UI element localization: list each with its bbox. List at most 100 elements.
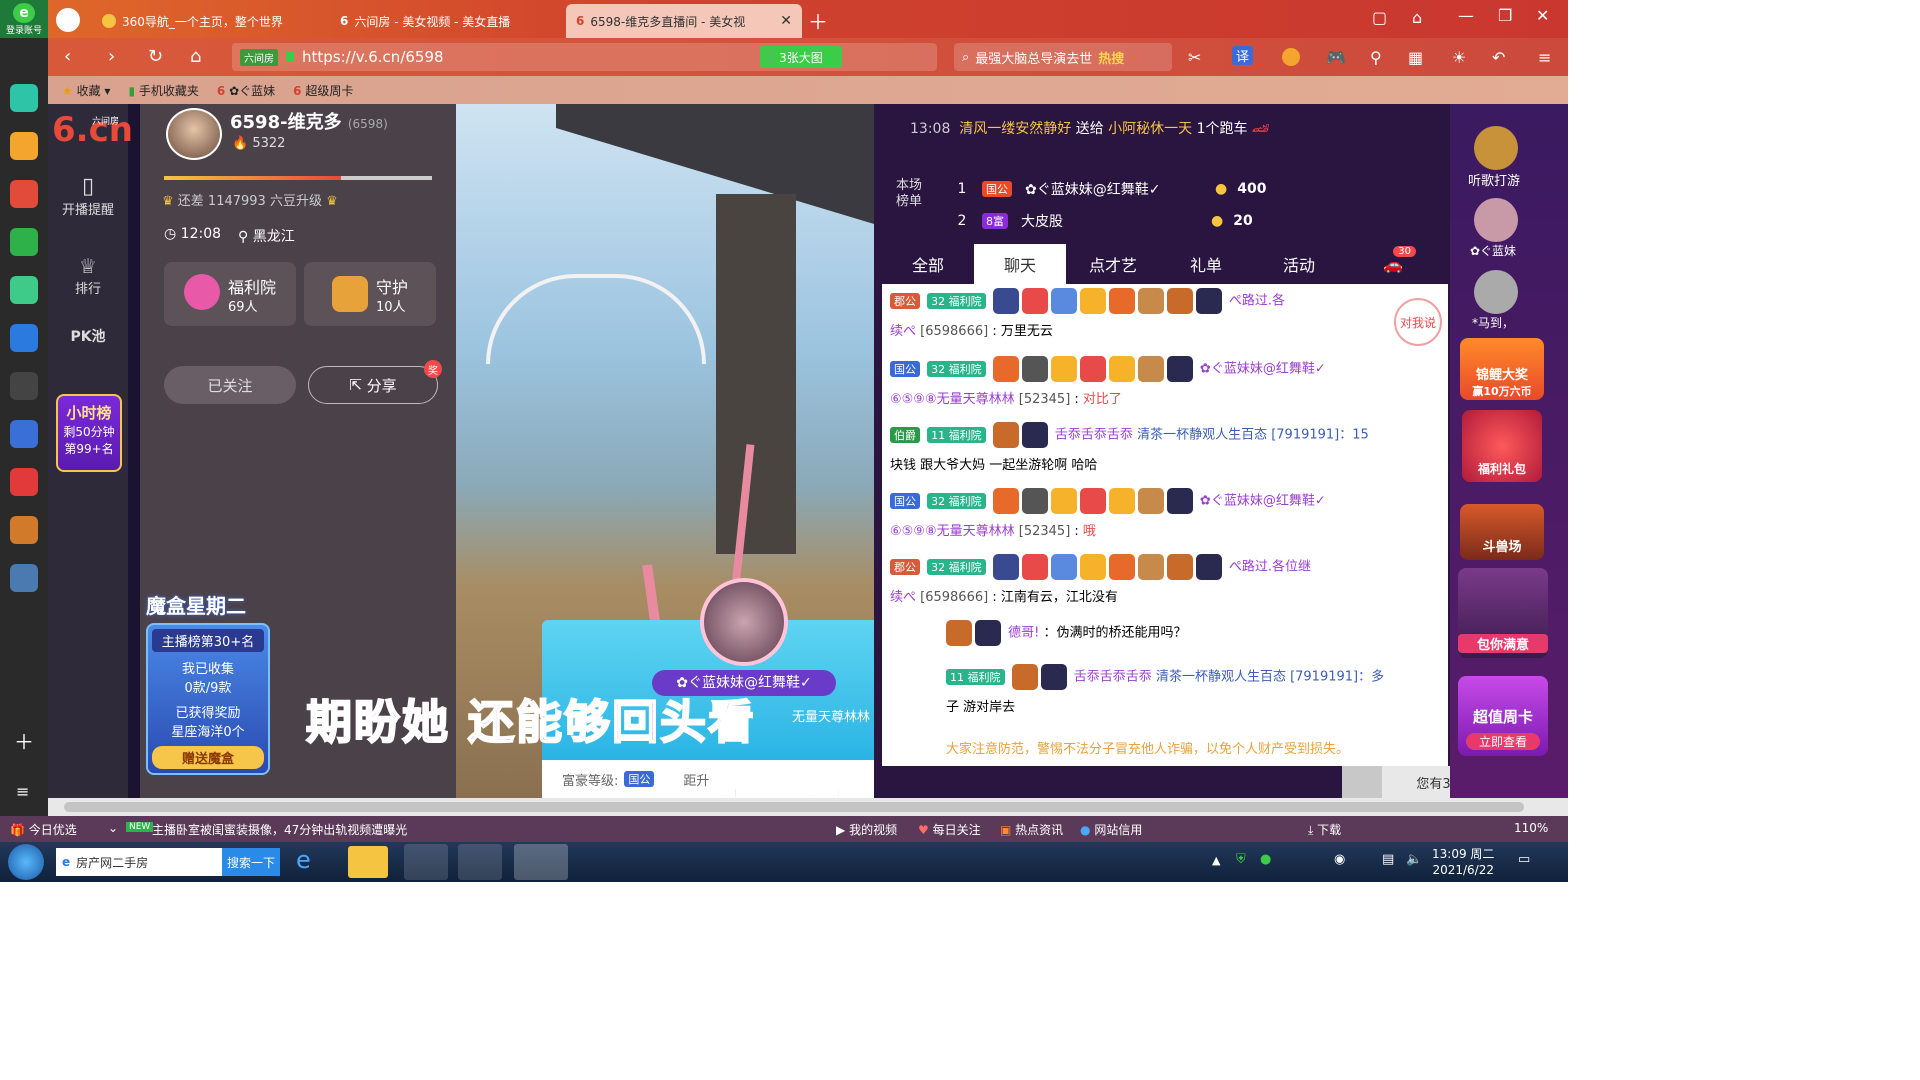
- bookmark-weekcard[interactable]: 6 超级周卡: [293, 82, 353, 99]
- anchor-avatar[interactable]: [166, 108, 222, 160]
- gamepad-icon[interactable]: 🎮: [1326, 48, 1346, 67]
- city-icon[interactable]: [10, 564, 38, 592]
- horizontal-scrollbar[interactable]: [48, 798, 1568, 816]
- arena-card[interactable]: 斗兽场: [1460, 504, 1544, 560]
- rank-row-2[interactable]: 2 8富 大皮股 ● 20: [952, 208, 1332, 234]
- app-icon-1[interactable]: [10, 84, 38, 112]
- word-icon[interactable]: [10, 420, 38, 448]
- news-icon[interactable]: [10, 372, 38, 400]
- maximize-icon[interactable]: ❐: [1498, 6, 1512, 25]
- shirt-icon[interactable]: ⌂: [1412, 8, 1422, 27]
- super-week-card[interactable]: 超值周卡 立即查看: [1458, 676, 1548, 756]
- status-site-credit[interactable]: ● 网站信用: [1080, 821, 1142, 838]
- coin-icon[interactable]: [1282, 48, 1300, 66]
- tray-qq-icon[interactable]: ◉: [1334, 852, 1345, 867]
- tray-network-icon[interactable]: ▤: [1382, 852, 1394, 867]
- start-button[interactable]: [8, 844, 44, 880]
- tab-car[interactable]: 🚗 30: [1346, 244, 1440, 284]
- tab-6598-room[interactable]: 6 6598-维克多直播间 - 美女视 ✕: [566, 4, 802, 38]
- tab-gift-list[interactable]: 礼单: [1160, 244, 1252, 284]
- bookmark-mobile[interactable]: ▮ 手机收藏夹: [128, 82, 198, 99]
- chat-message[interactable]: 郡公 32 福利院 ぺ路过.各 续ぺ [6598666] : 万里无云: [890, 288, 1446, 339]
- welfare-card[interactable]: 福利院 69人: [164, 262, 296, 326]
- list-icon[interactable]: ≡: [16, 782, 29, 801]
- user-avatar-icon[interactable]: [1474, 198, 1518, 242]
- chat-message[interactable]: 11 福利院 舌忝舌忝舌忝 清茶一杯静观人生百态 [7919191]：多 子 游…: [946, 664, 1446, 715]
- mail-icon[interactable]: [10, 228, 38, 256]
- news-ticker[interactable]: 主播卧室被闺蜜装摄像，47分钟出轨视频遭曝光: [152, 821, 407, 838]
- star-app-icon[interactable]: [10, 132, 38, 160]
- chat-username[interactable]: ぺ路过.各: [1229, 294, 1285, 309]
- search-box[interactable]: ⌕ 最强大脑总导演去世 热搜: [954, 43, 1172, 71]
- 360-browser-taskbar-icon[interactable]: [458, 844, 502, 880]
- taskbar-clock[interactable]: 13:09 周二 2021/6/22: [1432, 846, 1494, 878]
- folder-icon[interactable]: [348, 846, 388, 878]
- tray-volume-icon[interactable]: 🔈: [1406, 852, 1422, 867]
- k-app-icon[interactable]: [404, 844, 448, 880]
- status-hot-news[interactable]: ▣ 热点资讯: [1000, 821, 1063, 838]
- add-icon[interactable]: ＋: [14, 726, 34, 755]
- magic-send-button[interactable]: 赠送魔盒: [152, 746, 264, 769]
- chat-message[interactable]: 伯爵 11 福利院 舌忝舌忝舌忝 清茶一杯静观人生百态 [7919191]：15…: [890, 422, 1446, 473]
- today-picks[interactable]: 🎁 今日优选: [10, 821, 77, 838]
- koi-prize-card[interactable]: 锦鲤大奖 赢10万六币: [1460, 338, 1544, 400]
- nav-live-reminder[interactable]: ▯ 开播提醒: [48, 174, 128, 218]
- tab-360nav[interactable]: 360导航_一个主页，整个世界: [92, 4, 324, 38]
- share-button[interactable]: ⇱ 分享: [308, 366, 438, 404]
- minimize-icon[interactable]: —: [1458, 6, 1474, 25]
- grid-icon[interactable]: ▦: [1408, 48, 1423, 67]
- rank-row-1[interactable]: 1 国公 ✿ぐ蓝妹妹@红舞鞋✓ ● 400: [952, 176, 1332, 202]
- chat-username[interactable]: ぺ路过.各位继: [1229, 560, 1311, 575]
- new-tab-icon[interactable]: ＋: [808, 6, 828, 35]
- tab-count-icon[interactable]: ▢: [1372, 8, 1387, 27]
- chat-username[interactable]: ✿ぐ蓝妹妹@红舞鞋✓: [1200, 362, 1326, 377]
- chat-message[interactable]: 德哥! ：伪满时的桥还能用吗？: [946, 620, 1446, 646]
- nav-rank[interactable]: ♕ 排行: [48, 254, 128, 297]
- tab-all[interactable]: 全部: [882, 244, 974, 284]
- forward-icon[interactable]: ›: [108, 46, 115, 67]
- chat-user2[interactable]: 续ぺ: [890, 324, 916, 339]
- scrollbar-thumb[interactable]: [64, 802, 1524, 812]
- weibo-icon[interactable]: [10, 180, 38, 208]
- bookmark-favorites[interactable]: ★ 收藏 ▾: [62, 82, 110, 99]
- chat-message[interactable]: 郡公 32 福利院 ぺ路过.各位继 续ぺ [6598666] : 江南有云，江北…: [890, 554, 1446, 605]
- followed-button[interactable]: 已关注: [164, 366, 296, 404]
- week-card-button[interactable]: 立即查看: [1466, 733, 1540, 750]
- status-my-video[interactable]: ▶ 我的视频: [836, 821, 897, 838]
- talk-to-me-button[interactable]: 对我说: [1394, 298, 1442, 346]
- close-window-icon[interactable]: ✕: [1536, 6, 1549, 25]
- zoom-level[interactable]: 110%: [1514, 821, 1548, 835]
- chat-user2[interactable]: 续ぺ: [890, 590, 916, 605]
- status-download[interactable]: ⤓ 下载: [1308, 821, 1341, 838]
- game-avatar-icon[interactable]: [1474, 126, 1518, 170]
- chevron-down-icon[interactable]: ⌄: [108, 821, 118, 835]
- chat-user2[interactable]: ⑥⑤⑨⑧无量天尊林林: [890, 524, 1015, 539]
- magnifier-icon[interactable]: ⚲: [1370, 48, 1382, 67]
- popup-avatar[interactable]: [700, 578, 788, 666]
- taskbar-search[interactable]: e 房产网二手房: [56, 848, 222, 876]
- tray-360-icon[interactable]: ●: [1260, 852, 1271, 867]
- big-image-button[interactable]: 3张大图: [760, 46, 842, 68]
- tab-6cn[interactable]: 6 六间房 - 美女视频 - 美女直播: [330, 4, 562, 38]
- cloud-icon[interactable]: [10, 276, 38, 304]
- user-avatar-icon[interactable]: [1474, 270, 1518, 314]
- nav-pk[interactable]: PK池: [48, 326, 128, 346]
- close-tab-icon[interactable]: ✕: [780, 13, 792, 29]
- chat-username[interactable]: ✿ぐ蓝妹妹@红舞鞋✓: [1200, 494, 1326, 509]
- p-app-icon[interactable]: [10, 324, 38, 352]
- back-icon[interactable]: ‹: [64, 46, 71, 67]
- game-icon[interactable]: [10, 516, 38, 544]
- tab-activity[interactable]: 活动: [1252, 244, 1346, 284]
- tray-up-icon[interactable]: ▲: [1212, 854, 1220, 867]
- taskbar-search-button[interactable]: 搜索一下: [222, 848, 280, 876]
- ie-taskbar-icon[interactable]: e: [296, 846, 328, 878]
- chat-user2[interactable]: ⑥⑤⑨⑧无量天尊林林: [890, 392, 1015, 407]
- tray-shield-icon[interactable]: ⛨: [1236, 852, 1246, 867]
- refresh-icon[interactable]: ↻: [148, 46, 163, 67]
- menu-icon[interactable]: ≡: [1538, 48, 1551, 67]
- chat-message[interactable]: 国公 32 福利院 ✿ぐ蓝妹妹@红舞鞋✓ ⑥⑤⑨⑧无量天尊林林 [52345] …: [890, 356, 1446, 407]
- notification-icon[interactable]: ▭: [1518, 852, 1530, 867]
- home-icon[interactable]: ⌂: [190, 46, 201, 67]
- xiaohongshu-icon[interactable]: [10, 468, 38, 496]
- undo-icon[interactable]: ↶: [1492, 48, 1505, 67]
